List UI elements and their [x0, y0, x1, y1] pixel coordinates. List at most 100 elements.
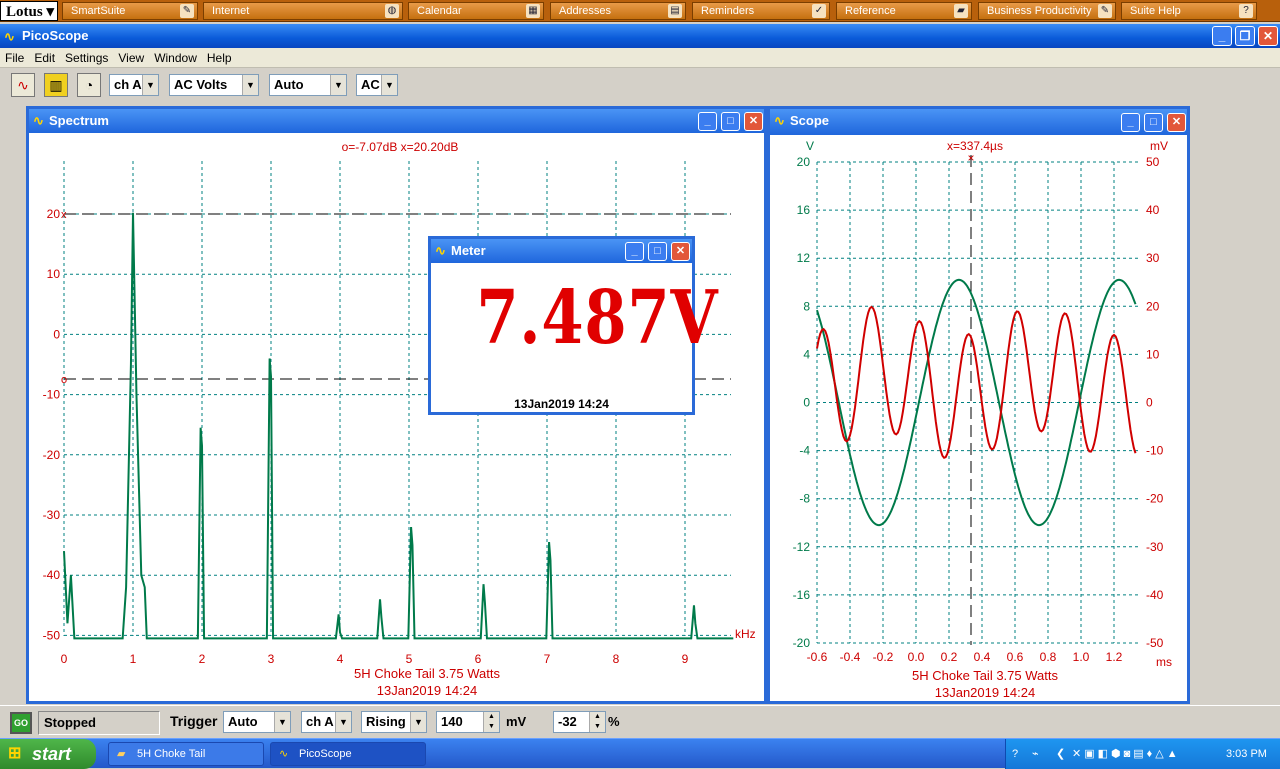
trigger-delay-input[interactable]: -32 ▲ ▼ [553, 711, 606, 733]
spectrum-plot[interactable]: o=-7.07dB x=20.20dB 0 1 2 3 4 5 6 7 8 9 20 10 0 -10 -2… [29, 133, 764, 701]
meter-timestamp: 13Jan2019 14:24 [514, 397, 609, 411]
lotus-tab-label: Business Productivity [987, 5, 1092, 17]
spectrum-caption-date: 13Jan2019 14:24 [377, 683, 477, 698]
tools-icon: ✎ [1098, 4, 1112, 18]
lotus-tab-reference[interactable]: Reference ▰ [836, 2, 972, 20]
spectrum-x-unit: kHz [735, 627, 756, 641]
bars-icon: ▥ [49, 77, 63, 93]
spectrum-x-tick: 5 [406, 652, 413, 666]
scope-x-tick: -0.6 [807, 650, 828, 664]
menu-help[interactable]: Help [202, 48, 237, 68]
scope-plot[interactable]: V mV x=337.4µs -0.6 -0.4 -0.2 0.0 0.2 0.4 0.6 0… [770, 135, 1187, 701]
start-button[interactable]: ⊞ start [0, 739, 96, 769]
trigger-channel-select[interactable]: ch A ▼ [301, 711, 352, 733]
chevron-down-icon: ▼ [335, 712, 351, 732]
trigger-mode-value: Auto [228, 714, 258, 729]
restore-button[interactable]: ❐ [1235, 26, 1255, 46]
addressbook-icon: ▤ [668, 4, 682, 18]
trigger-delay-value: -32 [558, 714, 577, 729]
start-label: start [32, 744, 72, 764]
chevron-down-icon: ▼ [142, 75, 158, 95]
scope-x-unit: ms [1156, 655, 1172, 669]
trigger-mode-select[interactable]: Auto ▼ [223, 711, 291, 733]
meter-close-button[interactable]: ✕ [671, 242, 690, 261]
spinner-icon[interactable]: ▲ ▼ [589, 712, 605, 732]
chevron-down-icon: ▼ [330, 75, 346, 95]
scope-grid [816, 161, 1139, 644]
trigger-label: Trigger [170, 713, 218, 729]
lotus-tab-label: Calendar [417, 5, 462, 17]
spinner-icon[interactable]: ▲ ▼ [483, 712, 499, 732]
scope-x-tick: 0.8 [1040, 650, 1057, 664]
lotus-logo[interactable]: Lotus ▾ [0, 1, 58, 21]
spectrum-maximize-button[interactable]: □ [721, 112, 740, 131]
spectrum-minimize-button[interactable]: _ [698, 112, 717, 131]
tray-help-icon[interactable]: ? [1012, 739, 1018, 769]
scope-cursor-marker: × [967, 151, 974, 165]
spectrum-x-tick: 4 [337, 652, 344, 666]
go-button[interactable]: GO [10, 712, 32, 734]
scope-maximize-button[interactable]: □ [1144, 113, 1163, 132]
status-text: Stopped [38, 711, 160, 735]
windows-logo-icon: ⊞ [8, 745, 22, 762]
close-button[interactable]: ✕ [1258, 26, 1278, 46]
menu-settings[interactable]: Settings [60, 48, 113, 68]
coupling-select[interactable]: AC ▼ [356, 74, 398, 96]
meter-title: Meter [451, 243, 486, 258]
menu-file[interactable]: File [0, 48, 29, 68]
task-picoscope[interactable]: ∿ PicoScope [270, 742, 426, 766]
meter-window[interactable]: ∿ Meter _ □ ✕ 7.487V 13Jan2019 14:24 [428, 236, 719, 415]
tray-clock: 3:03 PM [1226, 748, 1267, 760]
lotus-tab-business-productivity[interactable]: Business Productivity ✎ [978, 2, 1116, 20]
spectrum-x-tick: 6 [475, 652, 482, 666]
scope-right-tick: 30 [1146, 251, 1160, 265]
scope-view-button[interactable]: ∿ [11, 73, 35, 97]
mode-select[interactable]: AC Volts ▼ [169, 74, 259, 96]
spectrum-close-button[interactable]: ✕ [744, 112, 763, 131]
tray-network-icon[interactable]: ⌁ [1032, 739, 1039, 769]
scope-window[interactable]: ∿ Scope _ □ ✕ V mV x=337.4µs -0.6 -0.4 -0.… [767, 106, 1190, 704]
range-select[interactable]: Auto ▼ [269, 74, 347, 96]
task-5h-choke-tail[interactable]: ▰ 5H Choke Tail [108, 742, 264, 766]
tray-arrow-icon[interactable]: ❮ [1056, 739, 1065, 769]
menu-window[interactable]: Window [149, 48, 202, 68]
lotus-tab-internet[interactable]: Internet ◍ [203, 2, 403, 20]
lotus-tab-calendar[interactable]: Calendar ▦ [408, 2, 544, 20]
lotus-tab-smartsuite[interactable]: SmartSuite ✎ [62, 2, 198, 20]
menu-edit[interactable]: Edit [29, 48, 60, 68]
task-label: PicoScope [299, 748, 352, 760]
spectrum-view-button[interactable]: ▥ [44, 73, 68, 97]
meter-minimize-button[interactable]: _ [625, 242, 644, 261]
scope-left-tick: -4 [799, 444, 810, 458]
trigger-level-input[interactable]: 140 ▲ ▼ [436, 711, 500, 733]
help-icon: ? [1239, 4, 1253, 18]
scope-minimize-button[interactable]: _ [1121, 113, 1140, 132]
menu-view[interactable]: View [113, 48, 149, 68]
scope-close-button[interactable]: ✕ [1167, 113, 1186, 132]
meter-reading: 7.487V [476, 275, 719, 361]
cursor-x-marker: x [61, 209, 67, 221]
minimize-button[interactable]: _ [1212, 26, 1232, 46]
picoscope-icon: ∿ [279, 748, 289, 760]
trigger-edge-select[interactable]: Rising ▼ [361, 711, 427, 733]
smartsuite-icon: ✎ [180, 4, 194, 18]
scope-right-tick: 50 [1146, 155, 1160, 169]
scope-right-tick: 40 [1146, 203, 1160, 217]
calendar-icon: ▦ [526, 4, 540, 18]
scope-x-tick: 0.0 [908, 650, 925, 664]
meter-maximize-button[interactable]: □ [648, 242, 667, 261]
scope-right-tick: -30 [1146, 540, 1164, 554]
lotus-tab-reminders[interactable]: Reminders ✓ [692, 2, 830, 20]
scope-left-tick: 4 [803, 347, 810, 361]
lotus-tab-suite-help[interactable]: Suite Help? [1121, 2, 1257, 20]
scope-x-tick: 0.2 [941, 650, 958, 664]
meter-view-button[interactable]: ◔ [77, 73, 101, 97]
lotus-tab-addresses[interactable]: Addresses ▤ [550, 2, 686, 20]
channel-select[interactable]: ch A ▼ [109, 74, 159, 96]
trigger-edge-value: Rising [366, 714, 406, 729]
spectrum-y-tick: -50 [43, 628, 61, 642]
tray-icons[interactable]: ✕▣◧⬢◙▤♦△▲ [1072, 739, 1181, 769]
scope-left-tick: -16 [793, 588, 811, 602]
chevron-down-icon: ▼ [274, 712, 290, 732]
scope-left-tick: 12 [797, 251, 811, 265]
